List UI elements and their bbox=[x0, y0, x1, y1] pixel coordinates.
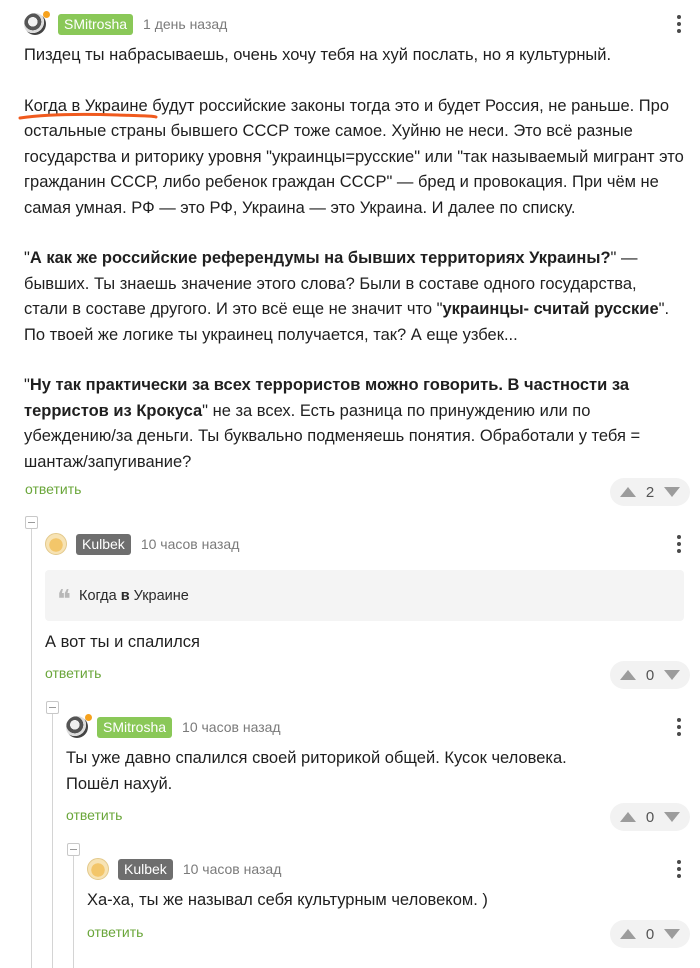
collapse-thread-button[interactable] bbox=[25, 516, 38, 529]
vote-widget: 0 bbox=[610, 803, 690, 831]
more-options-icon[interactable] bbox=[674, 858, 684, 880]
comment-line: Ха-ха, ты же называл себя культурным чел… bbox=[87, 891, 488, 909]
comment-time[interactable]: 1 день назад bbox=[143, 16, 227, 32]
reply-link[interactable]: ответить bbox=[25, 481, 81, 497]
upvote-icon[interactable] bbox=[620, 670, 636, 680]
comment-paragraph: Пиздец ты набрасываешь, очень хочу тебя … bbox=[24, 46, 612, 64]
thread-line-level-2 bbox=[52, 712, 53, 968]
comment-header: Kulbek 10 часов назад bbox=[45, 531, 684, 557]
quote-text: Когда в Украине bbox=[79, 587, 189, 604]
author-nick[interactable]: SMitrosha bbox=[58, 13, 134, 35]
vote-widget: 0 bbox=[610, 661, 690, 689]
reply-link[interactable]: ответить bbox=[66, 807, 122, 823]
more-options-icon[interactable] bbox=[674, 13, 684, 35]
reply-link[interactable]: ответить bbox=[87, 924, 143, 940]
comment-body: Ты уже давно спалился своей риторикой об… bbox=[66, 746, 684, 797]
comment-smitrosha-reply: SMitrosha 10 часов назад Ты уже давно сп… bbox=[66, 714, 684, 797]
upvote-icon[interactable] bbox=[620, 812, 636, 822]
downvote-icon[interactable] bbox=[664, 812, 680, 822]
vote-count: 2 bbox=[645, 483, 655, 501]
vote-count: 0 bbox=[645, 808, 655, 826]
comment-line: Ты уже давно спалился своей риторикой об… bbox=[66, 749, 567, 767]
downvote-icon[interactable] bbox=[664, 929, 680, 939]
comment-time[interactable]: 10 часов назад bbox=[182, 719, 281, 735]
online-indicator bbox=[85, 714, 92, 721]
downvote-icon[interactable] bbox=[664, 670, 680, 680]
comment-header: SMitrosha 1 день назад bbox=[24, 11, 684, 37]
avatar[interactable] bbox=[87, 858, 109, 880]
avatar[interactable] bbox=[24, 11, 50, 35]
vote-widget: 2 bbox=[610, 478, 690, 506]
comment-line: Пошёл нахуй. bbox=[66, 774, 173, 793]
upvote-icon[interactable] bbox=[620, 487, 636, 497]
online-indicator bbox=[43, 11, 50, 18]
comment-header: SMitrosha 10 часов назад bbox=[66, 714, 684, 740]
upvote-icon[interactable] bbox=[620, 929, 636, 939]
thread-line-level-1 bbox=[31, 528, 32, 968]
quote-icon: ❝ bbox=[57, 584, 71, 615]
comment-kulbek-reply-2: Kulbek 10 часов назад Ха-ха, ты же назыв… bbox=[87, 856, 684, 914]
avatar[interactable] bbox=[45, 533, 67, 555]
more-options-icon[interactable] bbox=[674, 533, 684, 555]
comment-paragraph: "А как же российские референдумы на бывш… bbox=[24, 249, 670, 344]
vote-count: 0 bbox=[645, 925, 655, 943]
collapse-thread-button[interactable] bbox=[67, 843, 80, 856]
comment-text: А вот ты и спалился bbox=[45, 633, 200, 651]
more-options-icon[interactable] bbox=[674, 716, 684, 738]
vote-widget: 0 bbox=[610, 920, 690, 948]
hand-drawn-underline bbox=[18, 112, 158, 120]
thread-line-level-3 bbox=[73, 854, 74, 968]
comment-body: Ха-ха, ты же называл себя культурным чел… bbox=[87, 888, 684, 914]
comment-paragraph: "Ну так практически за всех террористов … bbox=[24, 376, 641, 471]
comment-body: Пиздец ты набрасываешь, очень хочу тебя … bbox=[24, 43, 684, 475]
comment-header: Kulbek 10 часов назад bbox=[87, 856, 684, 882]
author-nick[interactable]: Kulbek bbox=[76, 533, 131, 555]
author-nick[interactable]: Kulbek bbox=[118, 858, 173, 880]
quote-block: ❝ Когда в Украине bbox=[45, 570, 684, 621]
avatar[interactable] bbox=[66, 714, 92, 738]
reply-link[interactable]: ответить bbox=[45, 665, 101, 681]
collapse-thread-button[interactable] bbox=[46, 701, 59, 714]
vote-count: 0 bbox=[645, 666, 655, 684]
comment-kulbek-reply: Kulbek 10 часов назад bbox=[45, 531, 684, 557]
comment-time[interactable]: 10 часов назад bbox=[141, 536, 240, 552]
downvote-icon[interactable] bbox=[664, 487, 680, 497]
comment-time[interactable]: 10 часов назад bbox=[183, 861, 282, 877]
author-nick[interactable]: SMitrosha bbox=[97, 716, 173, 738]
comment-smitrosha-root: SMitrosha 1 день назад Пиздец ты набрасы… bbox=[24, 11, 684, 475]
